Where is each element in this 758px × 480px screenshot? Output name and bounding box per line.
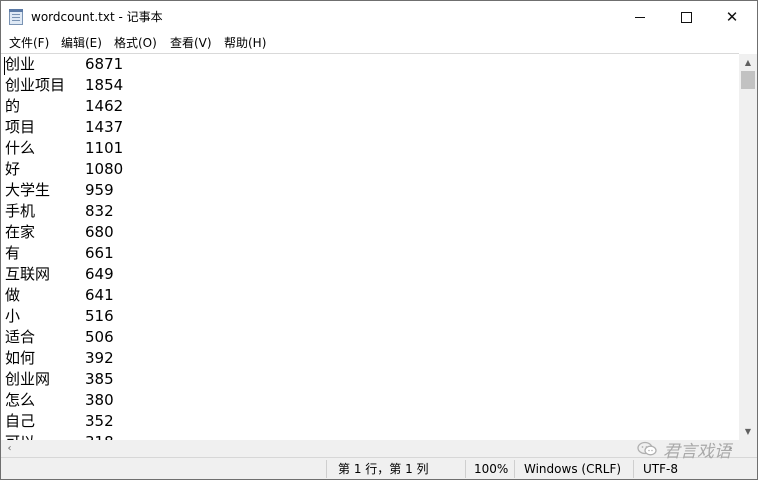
word-count: 1462	[85, 97, 124, 115]
word: 创业项目	[5, 76, 66, 94]
word: 怎么	[5, 391, 36, 409]
word-count: 516	[85, 307, 114, 325]
maximize-icon	[680, 11, 692, 23]
word-count: 506	[85, 328, 114, 346]
word: 小	[5, 307, 21, 325]
watermark: 君言戏语	[637, 437, 753, 462]
close-button[interactable]: ✕	[709, 1, 755, 33]
word: 的	[5, 97, 21, 115]
minimize-icon	[635, 16, 645, 18]
status-divider	[326, 460, 327, 478]
word-count: 1437	[85, 118, 124, 136]
scroll-left-icon[interactable]: ‹	[1, 440, 18, 457]
word-count: 392	[85, 349, 114, 367]
status-divider	[514, 460, 515, 478]
word: 什么	[5, 139, 36, 157]
status-divider	[633, 460, 634, 478]
chat-bubble-icon	[637, 441, 657, 457]
word: 适合	[5, 328, 36, 346]
word: 如何	[5, 349, 36, 367]
word: 有	[5, 244, 21, 262]
text-editor[interactable]: 创业 6871 创业项目 1854 的 1462 项目 1437 什么 1101 好 108…	[1, 53, 739, 441]
word-count: 385	[85, 370, 114, 388]
word-count: 680	[85, 223, 114, 241]
word-count: 1101	[85, 139, 124, 157]
word: 创业	[5, 55, 36, 73]
title-bar[interactable]: wordcount.txt - 记事本 ✕	[1, 1, 757, 33]
word-count: 661	[85, 244, 114, 262]
word-count: 649	[85, 265, 114, 283]
word: 在家	[5, 223, 36, 241]
menu-format[interactable]: 格式(O)	[114, 35, 157, 51]
maximize-button[interactable]	[663, 1, 709, 33]
word-count: 641	[85, 286, 114, 304]
vertical-scroll-thumb[interactable]	[741, 71, 755, 89]
word-count: 832	[85, 202, 114, 220]
watermark-text: 君言戏语	[663, 441, 731, 462]
menu-help[interactable]: 帮助(H)	[224, 35, 266, 51]
close-icon: ✕	[725, 7, 739, 26]
word: 自己	[5, 412, 36, 430]
word-count: 380	[85, 391, 114, 409]
menu-view[interactable]: 查看(V)	[170, 35, 212, 51]
encoding: UTF-8	[643, 462, 678, 476]
word-count: 959	[85, 181, 114, 199]
horizontal-scrollbar[interactable]: ‹ ›	[1, 440, 739, 457]
word: 互联网	[5, 265, 51, 283]
menu-bar: 文件(F) 编辑(E) 格式(O) 查看(V) 帮助(H)	[1, 33, 757, 53]
scroll-up-icon[interactable]: ▲	[739, 54, 757, 71]
word: 大学生	[5, 181, 51, 199]
word: 项目	[5, 118, 36, 136]
minimize-button[interactable]	[617, 1, 663, 33]
line-ending: Windows (CRLF)	[524, 462, 622, 476]
status-divider	[465, 460, 466, 478]
word-count: 352	[85, 412, 114, 430]
word-count: 6871	[85, 55, 124, 73]
menu-edit[interactable]: 编辑(E)	[61, 35, 102, 51]
zoom-level: 100%	[474, 462, 509, 476]
word: 好	[5, 160, 21, 178]
word: 手机	[5, 202, 36, 220]
word: 创业网	[5, 370, 51, 388]
window-title: wordcount.txt - 记事本	[31, 10, 163, 24]
menu-file[interactable]: 文件(F)	[9, 35, 49, 51]
notepad-icon	[9, 9, 23, 25]
word: 做	[5, 286, 21, 304]
cursor-position: 第 1 行，第 1 列	[338, 462, 429, 476]
notepad-window: wordcount.txt - 记事本 ✕ 文件(F) 编辑(E) 格式(O) …	[0, 0, 758, 480]
word-count: 1080	[85, 160, 124, 178]
word-count: 1854	[85, 76, 124, 94]
vertical-scrollbar[interactable]: ▲ ▼	[739, 54, 757, 440]
